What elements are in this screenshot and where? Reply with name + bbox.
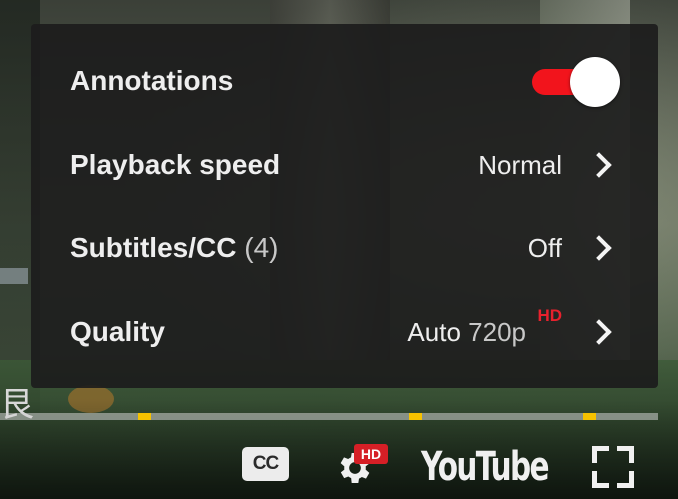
settings-button[interactable]: HD (334, 444, 392, 488)
chevron-right-icon (586, 235, 612, 261)
fullscreen-icon (617, 471, 634, 488)
fullscreen-icon (592, 471, 609, 488)
menu-item-label: Playback speed (70, 149, 281, 180)
menu-item-value: Auto (407, 316, 461, 347)
hd-badge: HD (354, 444, 388, 464)
menu-item-annotations[interactable]: Annotations (31, 51, 658, 111)
fullscreen-icon (592, 446, 609, 463)
ad-marker (583, 413, 596, 420)
menu-item-label: Quality (70, 316, 165, 347)
settings-menu: Annotations Playback speed Normal Subtit… (31, 24, 658, 388)
chevron-right-icon (586, 152, 612, 178)
progress-bar[interactable] (0, 413, 658, 420)
fullscreen-icon (617, 446, 634, 463)
menu-item-label-group: Subtitles/CC (4) (70, 232, 278, 264)
ad-marker (409, 413, 422, 420)
annotations-toggle[interactable] (530, 57, 620, 107)
menu-item-value: Off (527, 232, 562, 263)
menu-item-label: Annotations (70, 65, 234, 96)
toggle-knob (570, 57, 620, 107)
menu-item-value-group: Auto 720p (407, 317, 526, 348)
menu-item-label: Subtitles/CC (70, 232, 237, 263)
quality-resolution: 720p (468, 316, 526, 347)
subtitle-track-count: (4) (244, 232, 279, 263)
menu-item-quality[interactable]: Quality Auto 720p HD (31, 302, 658, 362)
menu-item-playback-speed[interactable]: Playback speed Normal (31, 135, 658, 195)
menu-item-subtitles[interactable]: Subtitles/CC (4) Off (31, 218, 658, 278)
hd-superscript-badge: HD (537, 306, 562, 325)
ad-marker (138, 413, 151, 420)
subtitles-button[interactable]: CC (242, 447, 289, 481)
youtube-logo[interactable]: YouTube (421, 446, 549, 488)
fullscreen-button[interactable] (592, 446, 634, 488)
video-scene-shape (0, 268, 28, 284)
cc-icon: CC (252, 453, 279, 474)
menu-item-value: Normal (478, 149, 562, 180)
chevron-right-icon (586, 319, 612, 345)
